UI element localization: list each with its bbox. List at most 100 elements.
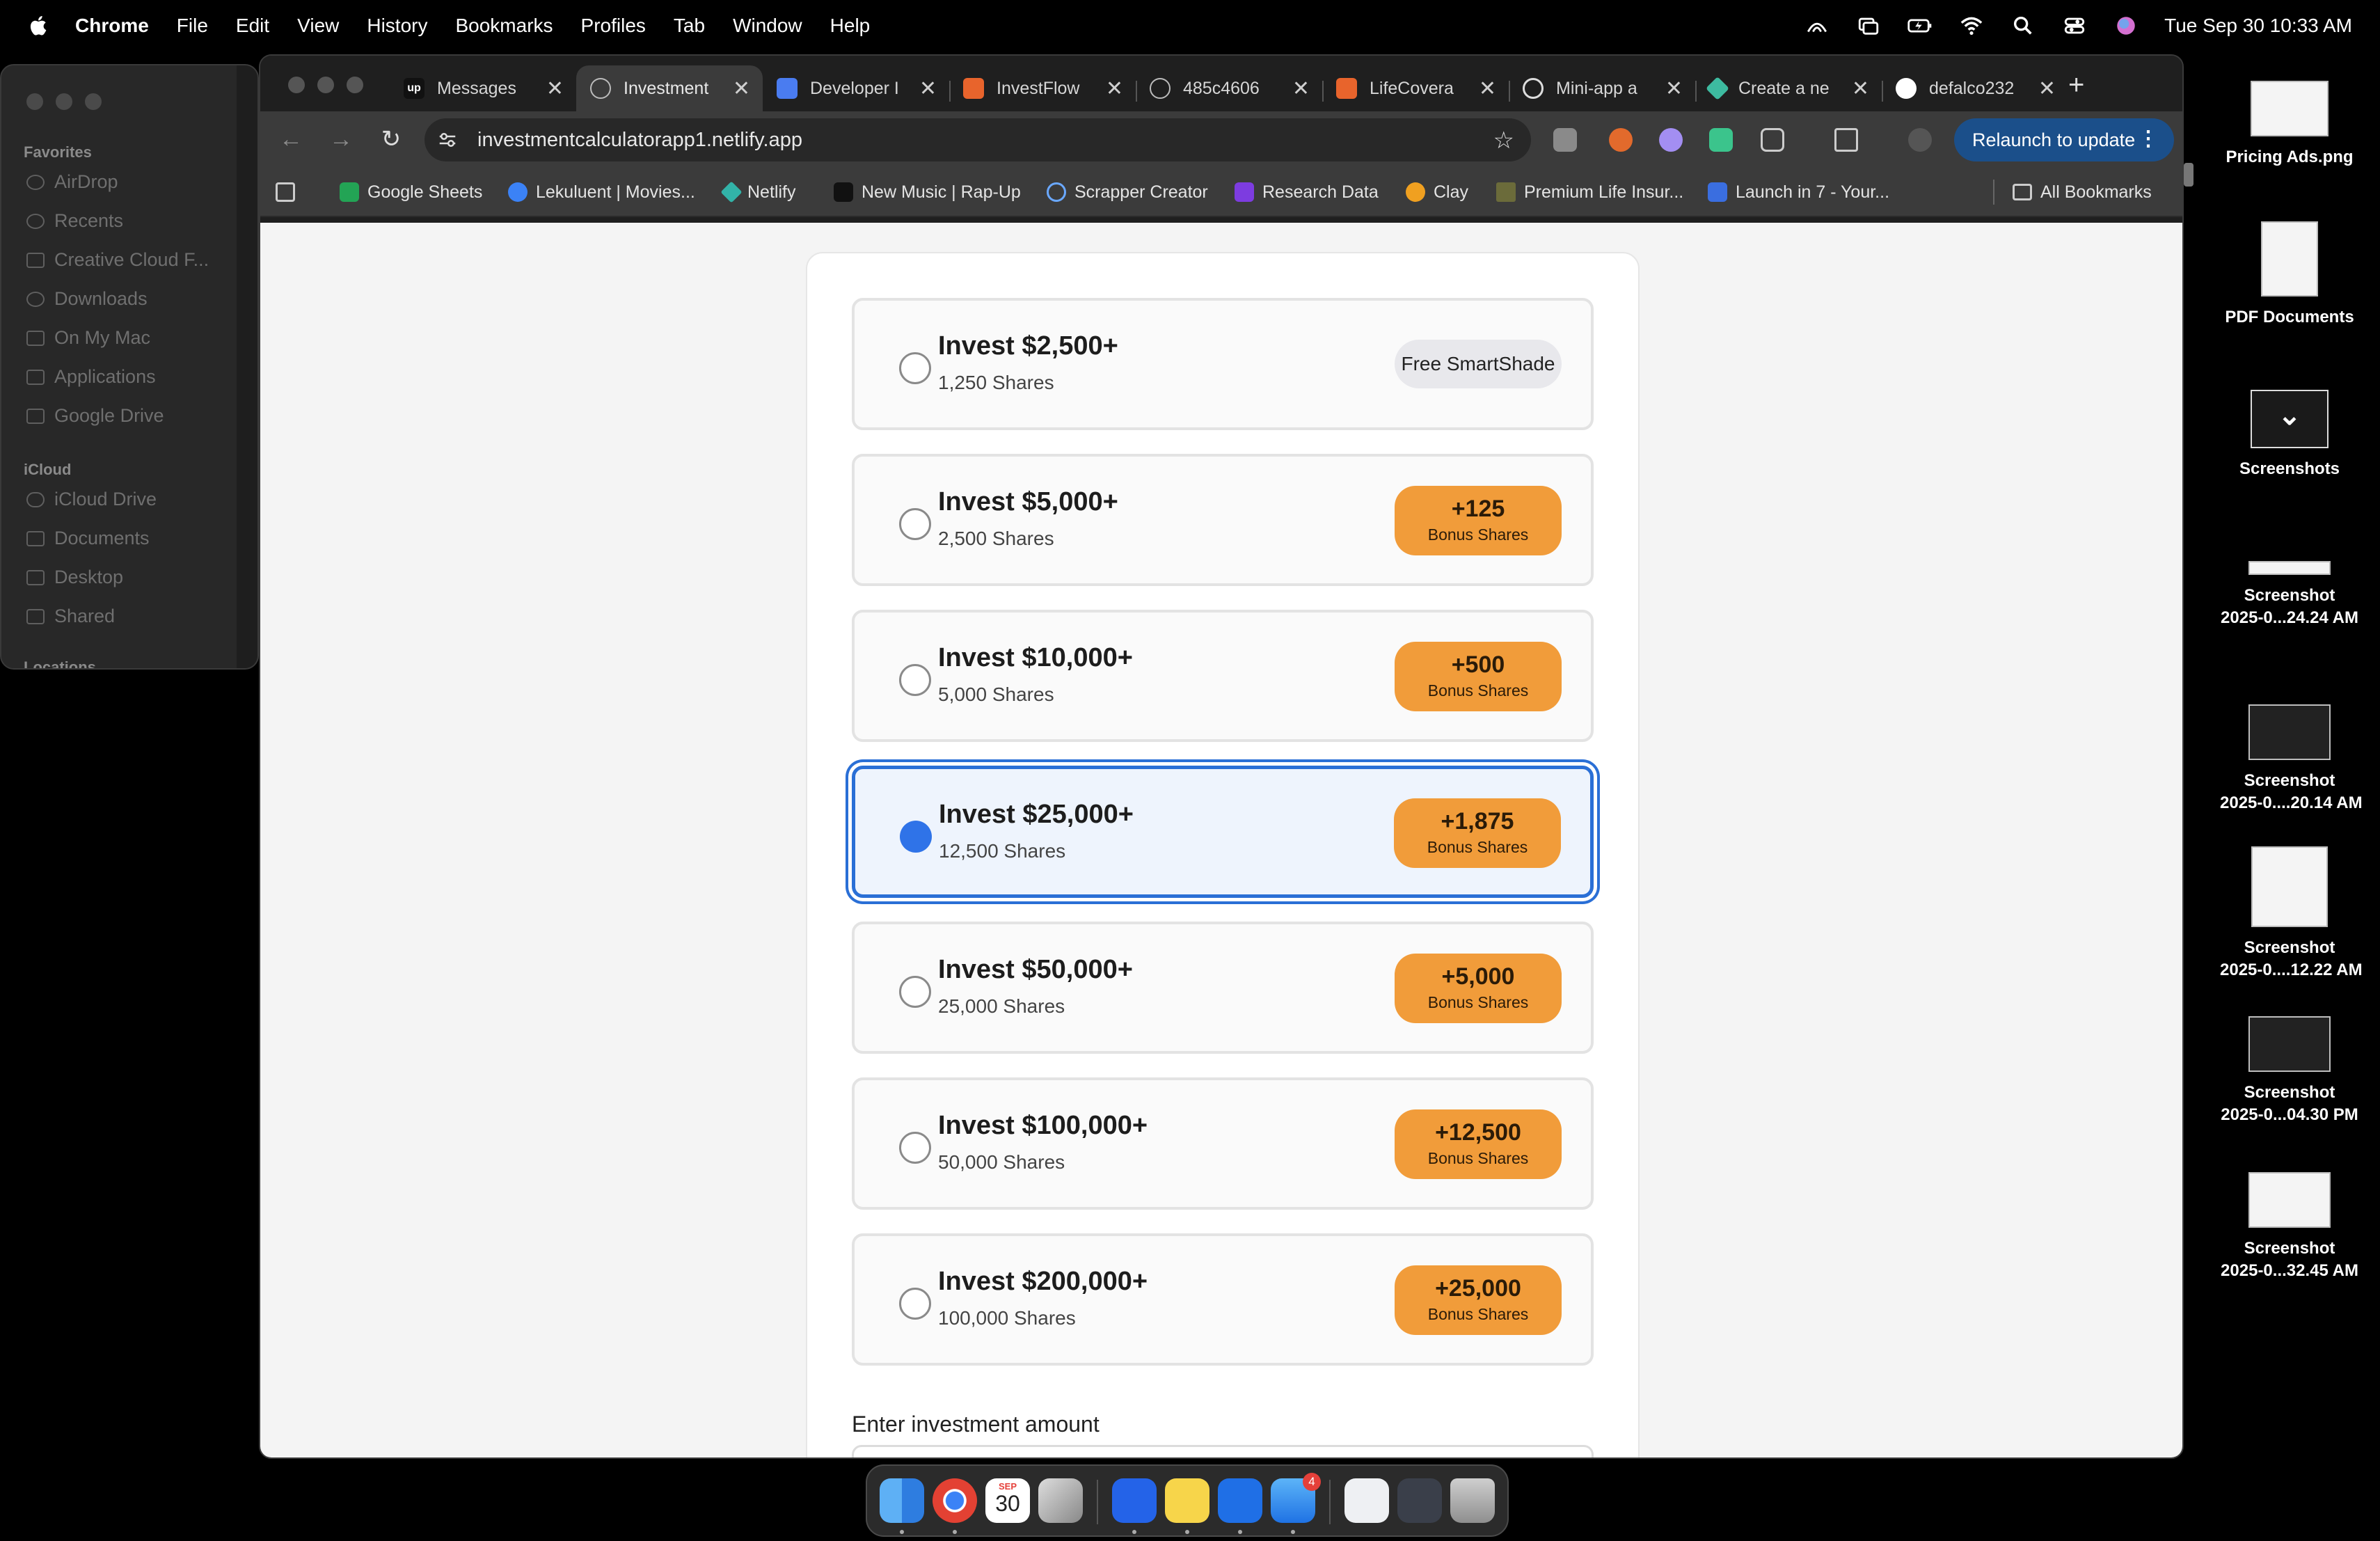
reload-button[interactable]: ↻: [379, 127, 404, 152]
menu-profiles[interactable]: Profiles: [581, 15, 646, 37]
desktop-screenshot-5[interactable]: Screenshot 2025-0...32.45 AM: [2220, 1172, 2359, 1282]
menu-edit[interactable]: Edit: [236, 15, 269, 37]
tab-messages[interactable]: up Messages ✕: [390, 65, 576, 111]
finder-item-shared[interactable]: Shared: [26, 606, 115, 627]
menu-bookmarks[interactable]: Bookmarks: [455, 15, 553, 37]
relaunch-to-update-button[interactable]: Relaunch to update ⋮: [1954, 118, 2174, 161]
close-icon[interactable]: ✕: [919, 77, 937, 101]
tab-developer[interactable]: Developer I ✕: [763, 65, 949, 111]
bookmark-research-data[interactable]: Research Data: [1235, 180, 1379, 205]
tier-option-200000[interactable]: Invest $200,000+ 100,000 Shares +25,000 B…: [852, 1233, 1594, 1366]
radio-button[interactable]: [899, 1132, 931, 1164]
tab-github[interactable]: defalco232 ✕: [1882, 65, 2068, 111]
profile-avatar[interactable]: [1908, 128, 1932, 152]
bookmark-google-sheets[interactable]: Google Sheets: [340, 180, 482, 205]
radio-button[interactable]: [899, 664, 931, 696]
pages-icon[interactable]: [1038, 1478, 1083, 1523]
close-icon[interactable]: ✕: [1106, 77, 1123, 101]
control-center-icon[interactable]: [2061, 14, 2088, 38]
finder-item-creative-cloud[interactable]: Creative Cloud F...: [26, 249, 209, 271]
finder-item-airdrop[interactable]: AirDrop: [26, 171, 118, 193]
tab-mini-app[interactable]: Mini-app a ✕: [1509, 65, 1695, 111]
menu-view[interactable]: View: [297, 15, 339, 37]
window-resize-handle[interactable]: [2184, 163, 2193, 187]
menu-help[interactable]: Help: [830, 15, 871, 37]
finder-icon[interactable]: [880, 1478, 924, 1523]
chrome-icon[interactable]: [933, 1478, 977, 1523]
wifi-icon[interactable]: [1958, 14, 1985, 38]
extension-icon[interactable]: [1709, 128, 1733, 152]
bookmark-premium-life[interactable]: Premium Life Insur...: [1496, 180, 1683, 205]
site-info-icon[interactable]: [437, 129, 458, 150]
investment-amount-input[interactable]: [852, 1445, 1594, 1457]
bookmark-new-music[interactable]: New Music | Rap-Up: [834, 180, 1021, 205]
radio-button-selected[interactable]: [900, 821, 932, 853]
desktop-folder-pdf-documents[interactable]: PDF Documents: [2220, 221, 2359, 329]
close-icon[interactable]: ✕: [1479, 77, 1496, 101]
address-bar[interactable]: investmentcalculatorapp1.netlify.app ☆: [425, 118, 1531, 161]
battery-icon[interactable]: [1907, 14, 1933, 38]
menu-clock[interactable]: Tue Sep 30 10:33 AM: [2164, 15, 2352, 37]
tier-option-5000[interactable]: Invest $5,000+ 2,500 Shares +125 Bonus Sh…: [852, 454, 1594, 586]
ghost-extension-icon[interactable]: [1659, 128, 1683, 152]
tab-investflow[interactable]: InvestFlow ✕: [949, 65, 1136, 111]
menu-window[interactable]: Window: [733, 15, 802, 37]
back-button[interactable]: ←: [278, 127, 303, 152]
recent-document-icon[interactable]: [1397, 1478, 1442, 1523]
tab-lifecoverage[interactable]: LifeCovera ✕: [1322, 65, 1509, 111]
close-icon[interactable]: ✕: [1292, 77, 1310, 101]
radio-button[interactable]: [899, 508, 931, 540]
apps-grid-button[interactable]: [276, 180, 295, 205]
finder-item-google-drive[interactable]: Google Drive: [26, 405, 164, 427]
tier-option-100000[interactable]: Invest $100,000+ 50,000 Shares +12,500 Bo…: [852, 1077, 1594, 1210]
vpn-app-icon[interactable]: [1218, 1478, 1262, 1523]
chrome-traffic-lights[interactable]: [288, 77, 363, 93]
spotlight-search-icon[interactable]: [2010, 14, 2036, 38]
bookmark-launch-in-7[interactable]: Launch in 7 - Your...: [1708, 180, 1889, 205]
tab-search-icon[interactable]: [1834, 128, 1858, 152]
tier-option-25000[interactable]: Invest $25,000+ 12,500 Shares +1,875 Bonu…: [852, 766, 1594, 898]
close-icon[interactable]: ✕: [2038, 77, 2056, 101]
calendar-icon[interactable]: SEP 30: [985, 1478, 1030, 1523]
radio-button[interactable]: [899, 1288, 931, 1320]
finder-item-on-my-mac[interactable]: On My Mac: [26, 327, 150, 349]
bookmark-lekuluent[interactable]: Lekuluent | Movies...: [508, 180, 695, 205]
bookmark-clay[interactable]: Clay: [1406, 180, 1468, 205]
menu-history[interactable]: History: [367, 15, 427, 37]
puzzle-extensions-icon[interactable]: [1761, 128, 1784, 152]
tier-option-10000[interactable]: Invest $10,000+ 5,000 Shares +500 Bonus S…: [852, 610, 1594, 742]
forward-button[interactable]: →: [328, 127, 354, 152]
close-icon[interactable]: ✕: [546, 77, 564, 101]
extension-icon[interactable]: [1553, 128, 1577, 152]
notes-icon[interactable]: [1165, 1478, 1209, 1523]
desktop-screenshot-1[interactable]: Screenshot 2025-0...24.24 AM: [2220, 561, 2359, 629]
metamask-icon[interactable]: [1609, 128, 1633, 152]
finder-item-applications[interactable]: Applications: [26, 366, 156, 388]
siri-icon[interactable]: [2113, 14, 2139, 38]
desktop-file-pricing-ads[interactable]: Pricing Ads.png: [2220, 81, 2359, 168]
finder-item-recents[interactable]: Recents: [26, 210, 123, 232]
all-bookmarks-button[interactable]: All Bookmarks: [1993, 180, 2152, 205]
trash-icon[interactable]: [1450, 1478, 1495, 1523]
desktop-folder-screenshots[interactable]: ⌄ Screenshots: [2220, 390, 2359, 480]
finder-item-documents[interactable]: Documents: [26, 528, 150, 549]
close-icon[interactable]: ✕: [733, 77, 750, 101]
desktop-screenshot-4[interactable]: Screenshot 2025-0...04.30 PM: [2220, 1016, 2359, 1126]
tab-485c4606[interactable]: 485c4606 ✕: [1136, 65, 1322, 111]
kebab-menu-icon[interactable]: ⋮: [2138, 127, 2159, 151]
menu-tab[interactable]: Tab: [674, 15, 705, 37]
desktop-screenshot-3[interactable]: Screenshot 2025-0....12.22 AM: [2220, 846, 2363, 981]
bookmark-netlify[interactable]: Netlify: [720, 180, 795, 205]
new-tab-button[interactable]: +: [2068, 70, 2084, 101]
finder-item-icloud-drive[interactable]: iCloud Drive: [26, 489, 157, 510]
finder-traffic-lights[interactable]: [26, 93, 102, 110]
tier-option-2500[interactable]: Invest $2,500+ 1,250 Shares Free SmartSh…: [852, 298, 1594, 430]
desktop-screenshot-2[interactable]: Screenshot 2025-0....20.14 AM: [2220, 704, 2363, 814]
menu-file[interactable]: File: [177, 15, 208, 37]
app-store-like-icon[interactable]: [1112, 1478, 1157, 1523]
close-icon[interactable]: ✕: [1852, 77, 1869, 101]
tab-investment[interactable]: Investment ✕: [576, 65, 763, 111]
finder-item-desktop[interactable]: Desktop: [26, 567, 123, 588]
recent-document-icon[interactable]: [1344, 1478, 1389, 1523]
tier-option-50000[interactable]: Invest $50,000+ 25,000 Shares +5,000 Bonu…: [852, 922, 1594, 1054]
